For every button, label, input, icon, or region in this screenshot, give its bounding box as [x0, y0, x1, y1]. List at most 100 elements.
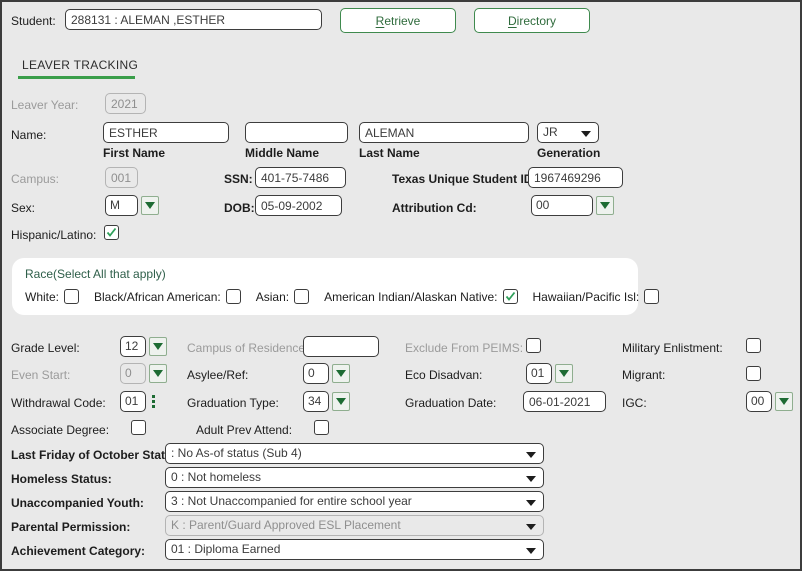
sex-label: Sex: — [11, 201, 36, 215]
graduation-type-dropdown[interactable]: 34 — [303, 391, 350, 412]
race-panel: Race(Select All that apply) White: Black… — [12, 258, 660, 315]
race-asian-label: Asian: — [255, 289, 290, 304]
sex-dropdown-arrow-icon[interactable] — [141, 196, 159, 215]
homeless-status-value: 0 : Not homeless — [171, 470, 262, 484]
race-american-indian-checkbox[interactable] — [502, 289, 518, 304]
even-start-value: 0 — [120, 363, 146, 384]
race-asian-checkbox[interactable] — [294, 289, 310, 304]
generation-value: JR — [543, 125, 558, 139]
race-white-checkbox[interactable] — [64, 289, 80, 304]
race-options: White: Black/African American: Asian: Am… — [25, 289, 660, 304]
igc-dropdown[interactable]: 00 — [746, 391, 793, 412]
directory-button[interactable]: Directory — [474, 8, 590, 33]
exclude-from-peims-checkbox[interactable] — [526, 338, 541, 353]
last-friday-october-status-select[interactable]: : No As-of status (Sub 4) — [165, 443, 544, 464]
military-enlistment-checkbox[interactable] — [746, 338, 761, 353]
migrant-label: Migrant: — [622, 368, 666, 382]
texas-id-input[interactable] — [528, 167, 623, 188]
sex-dropdown[interactable]: M — [105, 195, 159, 216]
withdrawal-code-more-options-icon[interactable] — [149, 392, 158, 411]
igc-value: 00 — [746, 391, 772, 412]
middle-name-input[interactable] — [245, 122, 348, 143]
race-american-indian-label: American Indian/Alaskan Native: — [324, 289, 498, 304]
associate-degree-checkbox[interactable] — [131, 420, 146, 435]
eco-disadvan-label: Eco Disadvan: — [405, 368, 483, 382]
retrieve-accesskey: R — [375, 13, 385, 28]
retrieve-button[interactable]: Retrieve — [340, 8, 456, 33]
igc-dropdown-arrow-icon[interactable] — [775, 392, 793, 411]
migrant-checkbox[interactable] — [746, 366, 761, 381]
asylee-ref-value: 0 — [303, 363, 329, 384]
parental-permission-select[interactable]: K : Parent/Guard Approved ESL Placement — [165, 515, 544, 536]
military-enlistment-label: Military Enlistment: — [622, 341, 723, 355]
first-name-caption: First Name — [103, 146, 166, 160]
name-label: Name: — [11, 128, 47, 142]
grade-level-value: 12 — [120, 336, 146, 357]
leaver-tracking-page: Student: Retrieve Directory LEAVER TRACK… — [0, 0, 802, 571]
withdrawal-code-field[interactable]: 01 — [120, 391, 158, 412]
last-name-caption: Last Name — [359, 146, 420, 160]
eco-disadvan-dropdown[interactable]: 01 — [526, 363, 573, 384]
graduation-type-value: 34 — [303, 391, 329, 412]
grade-level-dropdown-arrow-icon[interactable] — [149, 337, 167, 356]
ssn-input[interactable] — [255, 167, 346, 188]
campus-of-residence-input[interactable] — [303, 336, 379, 357]
last-friday-october-status-value: : No As-of status (Sub 4) — [171, 446, 302, 460]
first-name-input[interactable] — [103, 122, 229, 143]
adult-prev-attend-label: Adult Prev Attend: — [196, 423, 293, 437]
hispanic-latino-checkbox[interactable] — [104, 225, 119, 240]
race-hawaiian-label: Hawaiian/Pacific Isl: — [532, 289, 640, 304]
last-friday-october-status-label: Last Friday of October Status: — [11, 448, 184, 462]
tab-leaver-tracking[interactable]: LEAVER TRACKING — [18, 58, 142, 79]
grade-level-dropdown[interactable]: 12 — [120, 336, 167, 357]
dob-input[interactable] — [255, 195, 342, 216]
unaccompanied-youth-select[interactable]: 3 : Not Unaccompanied for entire school … — [165, 491, 544, 512]
graduation-type-dropdown-arrow-icon[interactable] — [332, 392, 350, 411]
graduation-date-input[interactable] — [523, 391, 606, 412]
race-hawaiian-checkbox[interactable] — [644, 289, 660, 304]
graduation-type-label: Graduation Type: — [187, 396, 279, 410]
eco-disadvan-value: 01 — [526, 363, 552, 384]
generation-select[interactable]: JR — [537, 122, 599, 143]
tab-underline — [18, 76, 135, 79]
check-icon — [505, 291, 515, 301]
directory-label: irectory — [516, 13, 556, 28]
unaccompanied-youth-label: Unaccompanied Youth: — [11, 496, 144, 510]
student-input[interactable] — [65, 9, 322, 30]
parental-permission-label: Parental Permission: — [11, 520, 131, 534]
check-icon — [106, 227, 117, 237]
hispanic-latino-label: Hispanic/Latino: — [11, 228, 97, 242]
parental-permission-value: K : Parent/Guard Approved ESL Placement — [171, 518, 401, 532]
achievement-category-select[interactable]: 01 : Diploma Earned — [165, 539, 544, 560]
attribution-cd-label: Attribution Cd: — [392, 201, 477, 215]
asylee-ref-dropdown-arrow-icon[interactable] — [332, 364, 350, 383]
student-label: Student: — [11, 14, 56, 28]
last-name-input[interactable] — [359, 122, 529, 143]
exclude-from-peims-label: Exclude From PEIMS: — [405, 341, 524, 355]
igc-label: IGC: — [622, 396, 647, 410]
asylee-ref-label: Asylee/Ref: — [187, 368, 249, 382]
attribution-cd-dropdown[interactable]: 00 — [531, 195, 614, 216]
generation-caption: Generation — [537, 146, 601, 160]
homeless-status-select[interactable]: 0 : Not homeless — [165, 467, 544, 488]
asylee-ref-dropdown[interactable]: 0 — [303, 363, 350, 384]
homeless-status-label: Homeless Status: — [11, 472, 112, 486]
even-start-dropdown[interactable]: 0 — [120, 363, 167, 384]
directory-accesskey: D — [507, 13, 517, 28]
middle-name-caption: Middle Name — [245, 146, 320, 160]
associate-degree-label: Associate Degree: — [11, 423, 110, 437]
eco-disadvan-dropdown-arrow-icon[interactable] — [555, 364, 573, 383]
adult-prev-attend-checkbox[interactable] — [314, 420, 329, 435]
withdrawal-code-value: 01 — [120, 391, 146, 412]
texas-id-label: Texas Unique Student ID: — [392, 172, 537, 186]
race-black-checkbox[interactable] — [225, 289, 241, 304]
grade-level-label: Grade Level: — [11, 341, 80, 355]
attribution-cd-dropdown-arrow-icon[interactable] — [596, 196, 614, 215]
withdrawal-code-label: Withdrawal Code: — [11, 396, 106, 410]
campus-input — [105, 167, 138, 188]
achievement-category-value: 01 : Diploma Earned — [171, 542, 281, 556]
even-start-dropdown-arrow-icon[interactable] — [149, 364, 167, 383]
race-legend: Race(Select All that apply) — [25, 267, 166, 281]
campus-label: Campus: — [11, 172, 60, 186]
unaccompanied-youth-value: 3 : Not Unaccompanied for entire school … — [171, 494, 412, 508]
